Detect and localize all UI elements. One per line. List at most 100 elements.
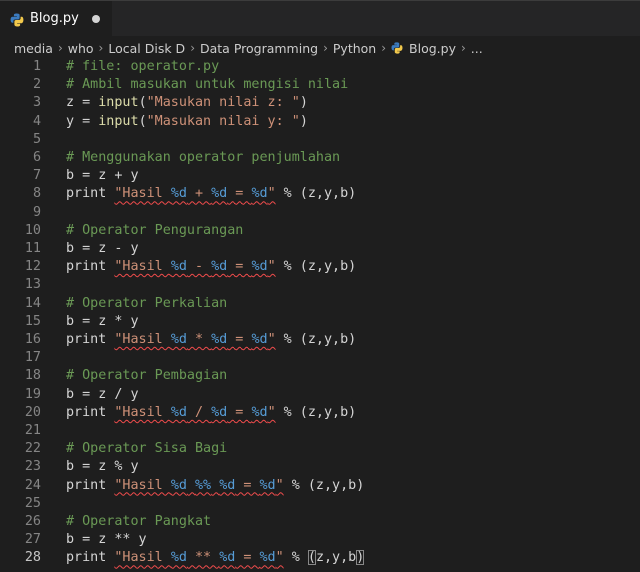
builtin-function-token: input xyxy=(98,95,139,111)
string-token: "Masukan nilai y: " xyxy=(146,113,300,129)
string-token: / xyxy=(186,404,212,420)
code-line[interactable]: 11 b = z - y xyxy=(0,240,640,258)
code-line[interactable]: 26 # Operator Pangkat xyxy=(0,513,640,531)
line-number: 13 xyxy=(24,277,41,293)
line-number: 19 xyxy=(24,386,41,402)
code-text: print "Hasil %d ** %d = %d" % (z,y,b) xyxy=(66,549,365,567)
code-token: % (z,y,b) xyxy=(275,404,357,420)
code-token: print xyxy=(66,332,115,347)
format-specifier-token: %d xyxy=(211,332,228,347)
code-line[interactable]: 1 # file: operator.py xyxy=(0,58,640,76)
line-number: 9 xyxy=(32,204,41,220)
string-token xyxy=(187,478,195,493)
chevron-right-icon: › xyxy=(460,41,466,55)
string-token: "Hasil xyxy=(114,550,171,566)
format-specifier-token: %d xyxy=(251,404,268,420)
tab-label: Blog.py xyxy=(30,11,79,26)
string-token: " xyxy=(267,404,276,420)
code-line[interactable]: 13 xyxy=(0,276,640,294)
code-token: z = xyxy=(66,95,99,111)
chevron-right-icon: › xyxy=(98,41,104,55)
breadcrumb-item[interactable]: ... xyxy=(471,41,483,56)
chevron-right-icon: › xyxy=(381,41,387,55)
code-text: # Operator Pangkat xyxy=(66,513,211,531)
code-line[interactable]: 15 b = z * y xyxy=(0,313,640,331)
line-number: 12 xyxy=(24,259,41,275)
code-line[interactable]: 25 xyxy=(0,495,640,513)
code-text: # file: operator.py xyxy=(66,58,219,76)
string-token: "Masukan nilai z: " xyxy=(146,95,300,111)
code-text: print "Hasil %d %% %d = %d" % (z,y,b) xyxy=(66,477,364,495)
code-line[interactable]: 27 b = z ** y xyxy=(0,531,640,549)
breadcrumb-item[interactable]: Data Programming xyxy=(200,41,318,56)
code-token: b = z ** y xyxy=(66,532,147,548)
code-line[interactable]: 18 # Operator Pembagian xyxy=(0,367,640,385)
code-line[interactable]: 17 xyxy=(0,349,640,367)
format-specifier-token: %d xyxy=(170,259,187,275)
code-text: # Operator Perkalian xyxy=(66,295,227,313)
code-line[interactable]: 24 print "Hasil %d %% %d = %d" % (z,y,b) xyxy=(0,477,640,495)
code-text: # Ambil masukan untuk mengisi nilai xyxy=(66,76,348,94)
line-number: 28 xyxy=(24,550,41,566)
line-number: 14 xyxy=(24,295,41,311)
code-line[interactable]: 10 # Operator Pengurangan xyxy=(0,222,640,240)
tab-blog-py[interactable]: Blog.py xyxy=(0,1,112,36)
line-number: 8 xyxy=(32,186,41,202)
code-line[interactable]: 9 xyxy=(0,204,640,222)
code-editor[interactable]: 1 # file: operator.py 2 # Ambil masukan unt… xyxy=(0,58,640,572)
breadcrumb: media › who › Local Disk D › Data Programming ›… xyxy=(0,37,640,59)
code-line[interactable]: 22 # Operator Sisa Bagi xyxy=(0,440,640,458)
unsaved-dot-icon[interactable] xyxy=(92,15,100,23)
string-token: "Hasil xyxy=(114,186,171,202)
code-line[interactable]: 12 print "Hasil %d - %d = %d" % (z,y,b) xyxy=(0,258,640,276)
python-file-icon xyxy=(10,12,24,26)
code-line[interactable]: 6 # Menggunakan operator penjumlahan xyxy=(0,149,640,167)
comment-token: # Menggunakan operator penjumlahan xyxy=(66,150,341,165)
code-line[interactable]: 4 y = input("Masukan nilai y: ") xyxy=(0,113,640,131)
line-number: 25 xyxy=(24,495,41,511)
code-text: b = z ** y xyxy=(66,531,147,549)
breadcrumb-item[interactable]: Local Disk D xyxy=(108,41,185,56)
chevron-right-icon: › xyxy=(57,41,63,55)
code-token: ) xyxy=(356,550,365,566)
code-line[interactable]: 7 b = z + y xyxy=(0,167,640,185)
code-line[interactable]: 28 print "Hasil %d ** %d = %d" % (z,y,b) xyxy=(0,549,640,567)
breadcrumb-item[interactable]: Python xyxy=(333,41,376,56)
comment-token: # Operator Perkalian xyxy=(66,295,228,311)
comment-token: # Operator Sisa Bagi xyxy=(66,441,228,457)
code-token: ) xyxy=(299,95,308,111)
format-specifier-token: %% xyxy=(195,477,212,493)
code-line[interactable]: 5 xyxy=(0,131,640,149)
format-specifier-token: %d xyxy=(170,332,187,347)
breadcrumb-item[interactable]: Blog.py xyxy=(409,41,456,56)
code-line[interactable]: 16 print "Hasil %d * %d = %d" % (z,y,b) xyxy=(0,331,640,349)
code-line[interactable]: 20 print "Hasil %d / %d = %d" % (z,y,b) xyxy=(0,404,640,422)
string-token: "Hasil xyxy=(114,332,171,347)
code-text: print "Hasil %d / %d = %d" % (z,y,b) xyxy=(66,404,356,422)
code-line[interactable]: 19 b = z / y xyxy=(0,386,640,404)
line-number: 6 xyxy=(32,150,41,165)
format-specifier-token: %d xyxy=(219,550,236,566)
breadcrumb-item[interactable]: media xyxy=(14,41,53,56)
code-line[interactable]: 23 b = z % y xyxy=(0,458,640,476)
line-number: 21 xyxy=(24,423,41,438)
breadcrumb-item[interactable]: who xyxy=(68,41,94,56)
format-specifier-token: %d xyxy=(170,477,187,493)
code-token: print xyxy=(66,550,115,566)
code-line[interactable]: 8 print "Hasil %d + %d = %d" % (z,y,b) xyxy=(0,185,640,203)
code-line[interactable]: 14 # Operator Perkalian xyxy=(0,295,640,313)
code-line[interactable]: 2 # Ambil masukan untuk mengisi nilai xyxy=(0,76,640,94)
format-specifier-token: %d xyxy=(259,477,276,493)
string-token: * xyxy=(186,332,212,347)
code-token: ) xyxy=(299,113,308,129)
code-line[interactable]: 3 z = input("Masukan nilai z: ") xyxy=(0,94,640,112)
code-token: % (z,y,b) xyxy=(275,259,357,275)
code-text: b = z % y xyxy=(66,458,139,476)
chevron-right-icon: › xyxy=(190,41,195,55)
string-token: = xyxy=(235,550,260,566)
code-text: print "Hasil %d * %d = %d" % (z,y,b) xyxy=(66,331,356,349)
line-number: 2 xyxy=(32,77,41,93)
code-line[interactable]: 21 xyxy=(0,422,640,440)
code-token: y = xyxy=(66,113,99,129)
code-text: print "Hasil %d - %d = %d" % (z,y,b) xyxy=(66,258,356,276)
